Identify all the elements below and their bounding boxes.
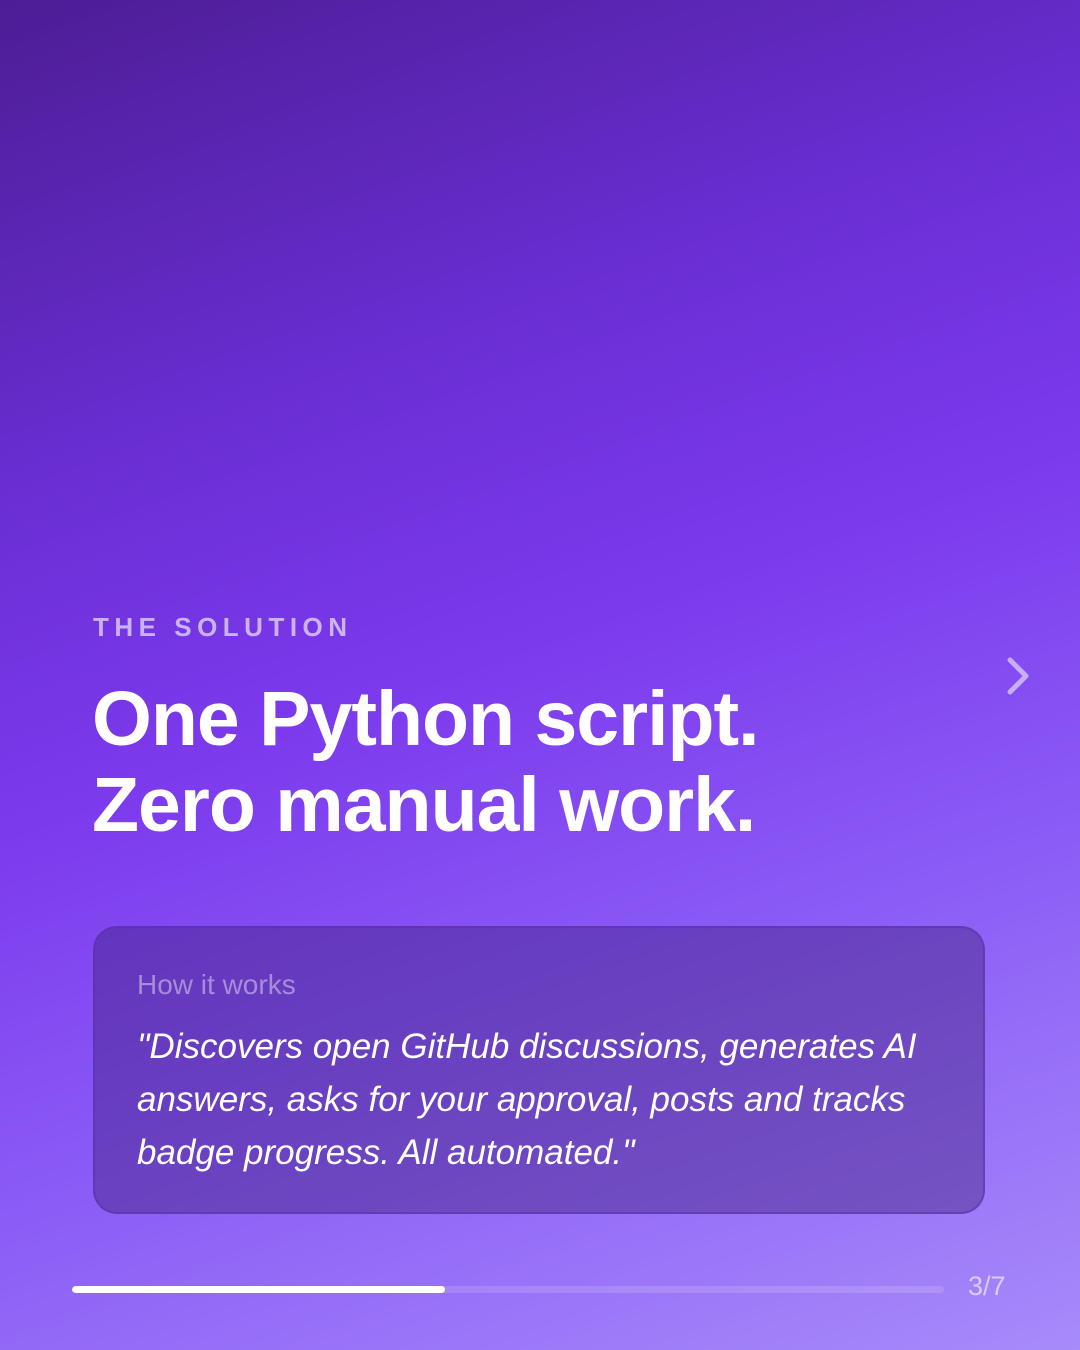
progress-bar-fill <box>72 1286 446 1293</box>
card-quote: "Discovers open GitHub discussions, gene… <box>137 1027 917 1172</box>
headline-line-1: One Python script. <box>92 676 760 762</box>
card-label: How it works <box>137 969 296 1000</box>
chevron-right-icon[interactable] <box>1000 654 1040 698</box>
section-eyebrow: THE SOLUTION <box>93 612 353 642</box>
how-it-works-card: How it works "Discovers open GitHub disc… <box>93 926 985 1214</box>
carousel-slide: THE SOLUTION One Python script. Zero man… <box>0 0 1080 1350</box>
headline-line-2: Zero manual work. <box>92 762 756 848</box>
page-counter: 3/7 <box>968 1271 1006 1301</box>
progress-bar <box>72 1286 944 1293</box>
slide-headline: One Python script. Zero manual work. <box>92 676 760 848</box>
